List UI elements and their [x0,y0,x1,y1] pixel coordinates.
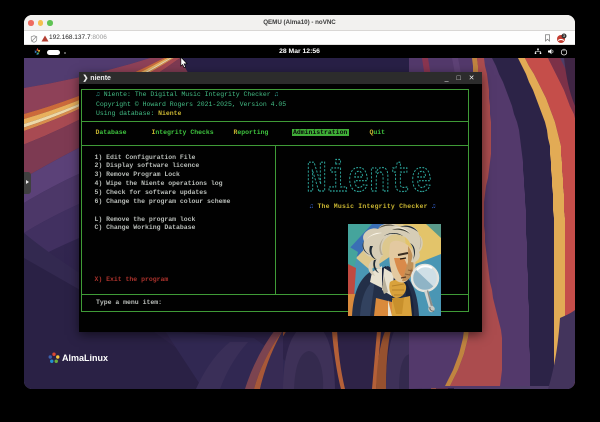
svg-text:Niente: Niente [306,155,432,198]
svg-text:3: 3 [563,34,565,38]
